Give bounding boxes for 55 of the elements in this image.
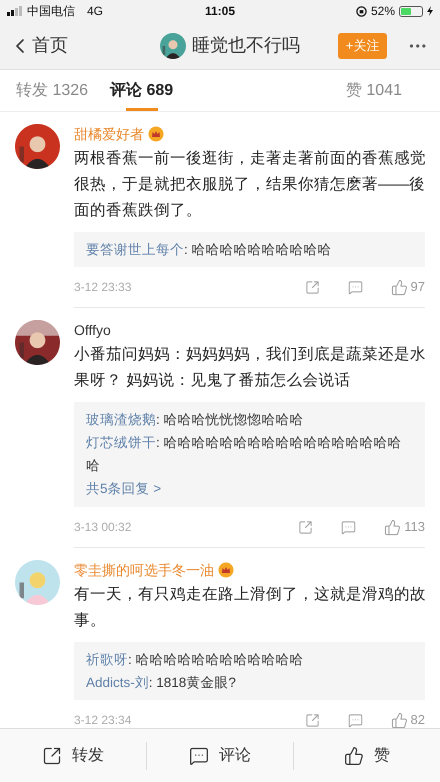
thumbs-up-icon [344, 746, 364, 766]
like-button[interactable]: 82 [390, 710, 425, 728]
comment-icon[interactable] [348, 280, 363, 294]
tab[interactable]: 赞 1041 [346, 70, 402, 111]
more-button[interactable]: ••• [409, 36, 428, 54]
carrier-label: 中国电信 [27, 3, 75, 20]
comment-icon[interactable] [348, 712, 363, 728]
crown-badge-icon [218, 562, 234, 578]
reply-author[interactable]: Addicts-刘 [86, 675, 149, 690]
crown-badge-icon [148, 126, 164, 142]
reply-author[interactable]: 祈歌呀 [86, 652, 128, 667]
orientation-lock-icon [356, 6, 367, 16]
thumbs-up-icon [390, 278, 408, 296]
battery-icon [399, 6, 423, 16]
comment-time: 3-12 23:34 [74, 712, 132, 728]
tab[interactable]: 转发 1326 [16, 70, 88, 111]
back-button[interactable]: 首页 [12, 32, 132, 59]
reply-author[interactable]: 要答谢世上每个 [86, 242, 184, 257]
reply-text: 要答谢世上每个: 哈哈哈哈哈哈哈哈哈哈 [86, 241, 333, 259]
network-label: 4G [87, 3, 104, 20]
comment-text: 有一天，有只鸡走在路上滑倒了，这就是滑鸡的故事。 [74, 585, 427, 631]
share-icon[interactable] [304, 280, 320, 294]
share-icon [42, 746, 62, 766]
toolbar-button[interactable]: 转发 [0, 742, 146, 770]
thumbs-up-icon [384, 518, 402, 536]
comment-time: 3-13 00:32 [74, 519, 132, 536]
comment-time: 3-12 23:33 [74, 279, 132, 296]
thumbs-up-icon [390, 712, 408, 728]
like-button[interactable]: 113 [384, 517, 425, 537]
reply-text: Addicts-刘: 1818黄金眼? [86, 674, 237, 692]
comment-text: 两根香蕉一前一後逛街，走著走著前面的香蕉感觉很热，于是就把衣服脱了，结果你猜怎麽著——後面的香蕉跌倒了。 [74, 149, 427, 221]
reply-text: 玻璃渣烧鹅: 哈哈哈恍恍惚惚哈哈哈 [86, 411, 305, 429]
signal-icon [7, 6, 23, 16]
clock-label: 11:05 [204, 3, 236, 20]
comment-icon [189, 746, 209, 766]
page-title: 睡觉也不行吗 [192, 34, 300, 57]
reply-author[interactable]: 灯芯绒饼干 [86, 435, 156, 450]
reply-text: 祈歌呀: 哈哈哈哈哈哈哈哈哈哈哈哈 [86, 651, 305, 669]
charging-icon [427, 6, 433, 16]
follow-button[interactable]: +关注 [338, 32, 388, 58]
like-button[interactable]: 97 [390, 277, 425, 297]
reply-author[interactable]: 玻璃渣烧鹅 [86, 412, 156, 427]
comment-author[interactable]: 零圭撕的呵选手冬一油 [74, 560, 214, 580]
comment-icon[interactable] [341, 520, 356, 534]
share-icon[interactable] [298, 520, 314, 534]
battery-percent-label: 52% [370, 3, 395, 20]
tab[interactable]: 评论 689 [110, 70, 174, 111]
toolbar-button[interactable]: 评论 [146, 742, 293, 770]
comment-text: 小番茄问妈妈：妈妈妈妈，我们到底是蔬菜还是水果呀？ 妈妈说：见鬼了番茄怎么会说话 [74, 345, 427, 391]
share-icon[interactable] [304, 712, 320, 728]
toolbar-button[interactable]: 赞 [293, 742, 440, 770]
more-replies-link[interactable]: 共5条回复 > [86, 477, 162, 501]
reply-text: 灯芯绒饼干: 哈哈哈哈哈哈哈哈哈哈哈哈哈哈哈哈哈哈 [86, 434, 403, 475]
comment-author[interactable]: 甜橘爱好者 [74, 124, 144, 144]
comment-author[interactable]: Offfyo [74, 320, 111, 340]
